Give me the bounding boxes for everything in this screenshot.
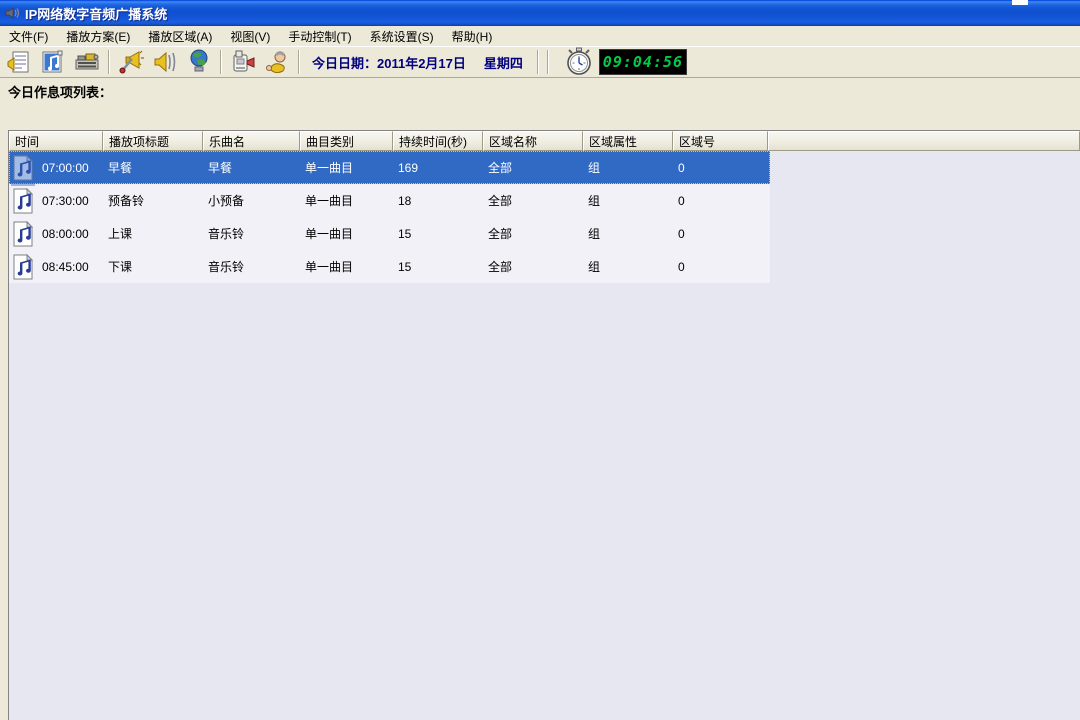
schedule-list-button[interactable] [2,47,36,77]
menu-manual-control[interactable]: 手动控制(T) [279,25,360,48]
cell-track: 早餐 [203,159,300,176]
cell-category: 单一曲目 [300,192,393,209]
schedule-list-icon [7,50,31,74]
toolbar-separator [537,50,539,74]
table-row[interactable]: 08:45:00 下课 音乐铃 单一曲目 15 全部 组 0 [9,250,770,283]
cell-duration: 15 [393,260,483,274]
column-header-duration[interactable]: 持续时间(秒) [393,131,483,151]
music-file-icon [41,50,65,74]
app-icon [4,5,20,21]
column-header-category[interactable]: 曲目类别 [300,131,393,151]
toolbar-separator [547,50,549,74]
cell-time: 08:45:00 [37,260,103,274]
record-device-button[interactable] [226,47,260,77]
cell-title: 早餐 [103,159,203,176]
cell-track: 音乐铃 [203,225,300,242]
announce-mic-icon [118,49,144,75]
column-header-time[interactable]: 时间 [9,131,103,151]
menu-file[interactable]: 文件(F) [0,25,57,48]
cell-duration: 15 [393,227,483,241]
menu-system-settings[interactable]: 系统设置(S) [361,25,443,48]
table-row[interactable]: 08:00:00 上课 音乐铃 单一曲目 15 全部 组 0 [9,217,770,250]
menu-help[interactable]: 帮助(H) [443,25,502,48]
toolbar-separator [298,50,300,74]
column-header-zone-no[interactable]: 区域号 [673,131,768,151]
device-panel-button[interactable] [70,47,104,77]
cell-zone-attr: 组 [583,258,673,275]
titlebar-notch [1012,0,1028,5]
cell-title: 预备铃 [103,192,203,209]
music-file-button[interactable] [36,47,70,77]
digital-clock: 09:04:56 [599,49,687,75]
user-icon [264,49,290,75]
note-file-icon [9,188,37,214]
column-header-filler [768,131,1080,151]
speaker-volume-button[interactable] [148,47,182,77]
column-header-zone-attr[interactable]: 区域属性 [583,131,673,151]
toolbar: 今日日期：2011年2月17日 星期四 09:04:56 [0,46,1080,78]
toolbar-separator [108,50,110,74]
note-file-icon [9,254,37,280]
cell-track: 小预备 [203,192,300,209]
cell-zone-attr: 组 [583,225,673,242]
cell-zone-attr: 组 [583,192,673,209]
menu-play-scheme[interactable]: 播放方案(E) [57,25,139,48]
cell-title: 下课 [103,258,203,275]
cell-duration: 18 [393,194,483,208]
window-title: IP网络数字音频广播系统 [25,4,167,23]
toolbar-separator [220,50,222,74]
device-panel-icon [74,50,100,74]
announce-mic-button[interactable] [114,47,148,77]
column-header-track[interactable]: 乐曲名 [203,131,300,151]
menu-play-zone[interactable]: 播放区域(A) [139,25,221,48]
stopwatch-icon [565,47,593,77]
cell-time: 08:00:00 [37,227,103,241]
cell-duration: 169 [393,161,483,175]
listview-body: 07:00:00 早餐 早餐 单一曲目 169 全部 组 0 07:30:00 … [9,151,1080,720]
note-file-icon [9,221,37,247]
date-display: 今日日期：2011年2月17日 星期四 [312,53,523,72]
network-globe-icon [187,49,211,75]
cell-zone: 全部 [483,225,583,242]
cell-zone: 全部 [483,258,583,275]
weekday-label: 星期四 [484,53,523,72]
user-button[interactable] [260,47,294,77]
cell-title: 上课 [103,225,203,242]
speaker-volume-icon [152,49,178,75]
cell-time: 07:00:00 [37,161,103,175]
cell-category: 单一曲目 [300,258,393,275]
table-row[interactable]: 07:30:00 预备铃 小预备 单一曲目 18 全部 组 0 [9,184,770,217]
cell-zone: 全部 [483,192,583,209]
table-row[interactable]: 07:00:00 早餐 早餐 单一曲目 169 全部 组 0 [9,151,770,184]
record-device-icon [230,49,256,75]
listview-header: 时间 播放项标题 乐曲名 曲目类别 持续时间(秒) 区域名称 区域属性 区域号 [9,131,1080,151]
column-header-title[interactable]: 播放项标题 [103,131,203,151]
schedule-listview: 时间 播放项标题 乐曲名 曲目类别 持续时间(秒) 区域名称 区域属性 区域号 … [8,130,1080,720]
menu-view[interactable]: 视图(V) [221,25,279,48]
cell-category: 单一曲目 [300,225,393,242]
cell-zone-no: 0 [673,194,768,208]
section-label: 今日作息项列表： [8,82,112,101]
cell-track: 音乐铃 [203,258,300,275]
column-header-zone-name[interactable]: 区域名称 [483,131,583,151]
menu-bar: 文件(F) 播放方案(E) 播放区域(A) 视图(V) 手动控制(T) 系统设置… [0,26,1080,46]
note-file-icon [9,155,37,181]
cell-zone-attr: 组 [583,159,673,176]
cell-category: 单一曲目 [300,159,393,176]
network-globe-button[interactable] [182,47,216,77]
cell-zone-no: 0 [673,227,768,241]
title-bar: IP网络数字音频广播系统 [0,0,1080,26]
cell-zone: 全部 [483,159,583,176]
date-label: 今日日期：2011年2月17日 [312,53,466,72]
cell-time: 07:30:00 [37,194,103,208]
cell-zone-no: 0 [673,260,768,274]
cell-zone-no: 0 [673,161,768,175]
